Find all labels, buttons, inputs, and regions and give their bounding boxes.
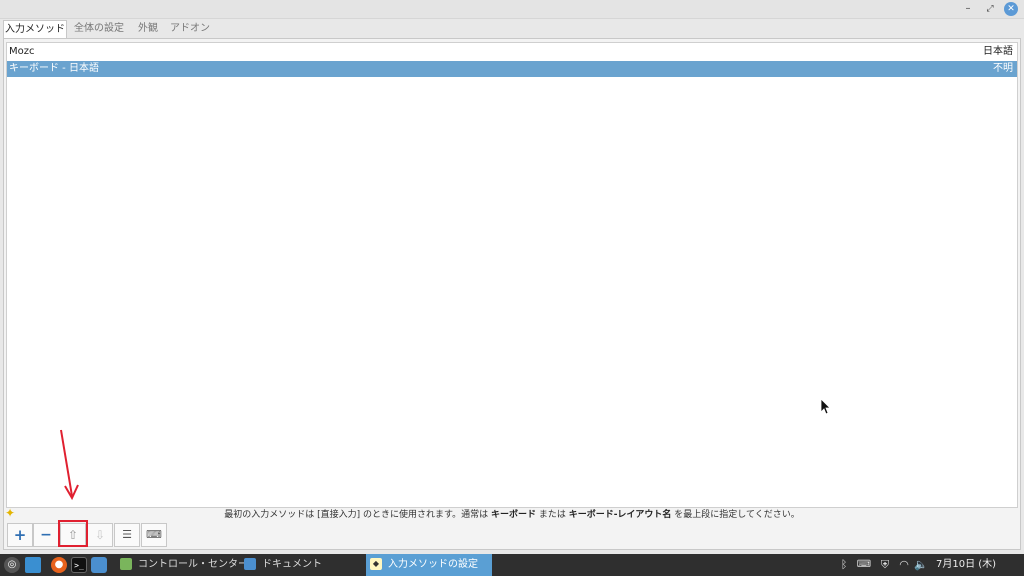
window-titlebar[interactable]: – ⤢ ✕ [0, 0, 1024, 19]
wifi-icon[interactable]: ◠ [896, 554, 912, 576]
tab-appearance[interactable]: 外観 [131, 20, 165, 39]
input-method-language: 不明 [993, 63, 1013, 74]
menu-icon[interactable]: ◎ [4, 557, 20, 573]
hint-bold: キーボード [490, 510, 536, 520]
hint-text: 最初の入力メソッドは [直接入力] のときに使用されます。通常は キーボード ま… [4, 509, 1020, 522]
volume-icon[interactable]: 🔈 [913, 554, 929, 576]
task-label: コントロール・センター [138, 559, 248, 570]
keyboard-layout-button[interactable]: ⌨ [141, 523, 167, 547]
remove-button[interactable]: − [33, 523, 59, 547]
taskbar-item-control-center[interactable]: コントロール・センター [120, 554, 248, 576]
settings-icon: ☰ [122, 528, 132, 541]
folder-icon [244, 558, 256, 570]
task-label: 入力メソッドの設定 [388, 559, 478, 570]
files-icon[interactable] [91, 557, 107, 573]
tab-input-methods[interactable]: 入力メソッド [3, 20, 67, 39]
move-down-button[interactable]: ⇩ [87, 523, 113, 547]
maximize-icon[interactable]: ⤢ [983, 2, 997, 16]
input-method-name: キーボード - 日本語 [9, 63, 99, 74]
list-item-selected[interactable]: キーボード - 日本語 不明 [7, 61, 1017, 77]
input-method-language: 日本語 [983, 46, 1013, 57]
control-center-icon [120, 558, 132, 570]
clock[interactable]: 7月10日 (木) 01:34 [936, 554, 1024, 576]
list-item[interactable]: Mozc 日本語 [7, 44, 1017, 60]
taskbar: ◎ ● >_ コントロール・センター ドキュメント ◆ 入力メソッドの設定 ᛒ ⌨… [0, 554, 1024, 576]
firefox-icon[interactable]: ● [51, 557, 67, 573]
hint-part: または [535, 510, 569, 520]
task-label: ドキュメント [262, 559, 322, 570]
tab-bar: 入力メソッド 全体の設定 外観 アドオン [0, 19, 1024, 39]
tab-global-settings[interactable]: 全体の設定 [68, 20, 130, 39]
add-button[interactable]: + [7, 523, 33, 547]
input-method-panel: Mozc 日本語 キーボード - 日本語 不明 ✦ 最初の入力メソッドは [直接… [3, 38, 1021, 550]
show-desktop-icon[interactable] [25, 557, 41, 573]
tab-addons[interactable]: アドオン [166, 20, 214, 39]
taskbar-item-documents[interactable]: ドキュメント [244, 554, 322, 576]
shield-icon[interactable]: ⛨ [877, 554, 893, 576]
close-icon[interactable]: ✕ [1004, 2, 1018, 16]
taskbar-item-input-method-settings[interactable]: ◆ 入力メソッドの設定 [366, 554, 492, 576]
hint-bold: キーボード-レイアウト名 [568, 510, 672, 520]
hint-part: 最初の入力メソッドは [直接入力] のときに使用されます。通常は [224, 510, 491, 520]
bluetooth-icon[interactable]: ᛒ [836, 554, 852, 576]
hint-part: を最上段に指定してください。 [671, 510, 800, 520]
input-method-name: Mozc [9, 46, 35, 57]
configure-button[interactable]: ☰ [114, 523, 140, 547]
minus-icon: − [40, 527, 52, 543]
keyboard-icon: ⌨ [146, 528, 162, 541]
terminal-icon[interactable]: >_ [71, 557, 87, 573]
minimize-icon[interactable]: – [961, 2, 975, 16]
input-method-list[interactable]: Mozc 日本語 キーボード - 日本語 不明 [6, 42, 1018, 508]
penguin-icon: ◆ [370, 558, 382, 570]
annotation-highlight-box [58, 520, 88, 547]
keyboard-icon[interactable]: ⌨ [856, 554, 872, 576]
plus-icon: + [13, 526, 27, 544]
arrow-down-icon: ⇩ [94, 528, 106, 542]
